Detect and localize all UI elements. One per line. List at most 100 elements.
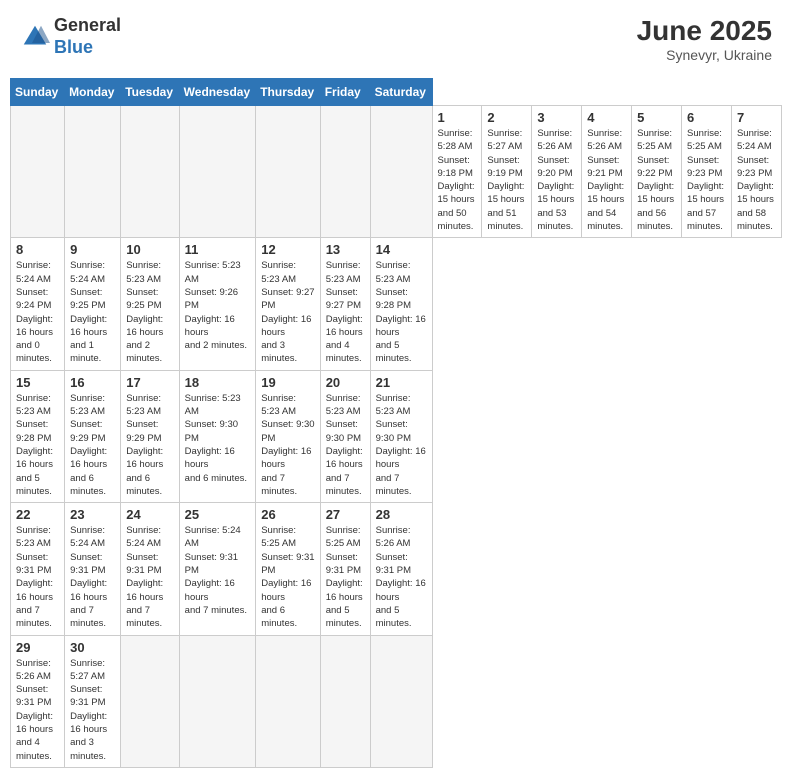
calendar-cell: 13 Sunrise: 5:23 AM Sunset: 9:27 PM Dayli… xyxy=(320,238,370,370)
weekday-wednesday: Wednesday xyxy=(179,79,256,106)
day-info: Sunrise: 5:27 AM Sunset: 9:31 PM Dayligh… xyxy=(70,657,115,763)
day-number: 27 xyxy=(326,507,365,522)
calendar-cell: 17 Sunrise: 5:23 AM Sunset: 9:29 PM Dayli… xyxy=(121,370,179,502)
weekday-monday: Monday xyxy=(65,79,121,106)
calendar-table: SundayMondayTuesdayWednesdayThursdayFrid… xyxy=(10,78,782,768)
calendar-cell: 18Sunrise: 5:23 AM Sunset: 9:30 PM Dayli… xyxy=(179,370,256,502)
day-info: Sunrise: 5:24 AM Sunset: 9:31 PM Dayligh… xyxy=(126,524,173,630)
calendar-cell xyxy=(179,106,256,238)
calendar-cell: 21 Sunrise: 5:23 AM Sunset: 9:30 PM Dayli… xyxy=(370,370,432,502)
day-info: Sunrise: 5:23 AM Sunset: 9:26 PM Dayligh… xyxy=(185,259,251,352)
calendar-cell: 27Sunrise: 5:25 AM Sunset: 9:31 PM Dayli… xyxy=(320,503,370,635)
day-info: Sunrise: 5:24 AM Sunset: 9:23 PM Dayligh… xyxy=(737,127,776,233)
day-info: Sunrise: 5:24 AM Sunset: 9:31 PM Dayligh… xyxy=(70,524,115,630)
calendar-cell xyxy=(256,635,320,767)
calendar-cell: 23 Sunrise: 5:24 AM Sunset: 9:31 PM Dayli… xyxy=(65,503,121,635)
week-row-1: 1 Sunrise: 5:28 AM Sunset: 9:18 PM Daylig… xyxy=(11,106,782,238)
day-number: 21 xyxy=(376,375,427,390)
calendar-cell: 24 Sunrise: 5:24 AM Sunset: 9:31 PM Dayli… xyxy=(121,503,179,635)
calendar-cell: 6Sunrise: 5:25 AM Sunset: 9:23 PM Daylig… xyxy=(682,106,732,238)
calendar-cell: 25 Sunrise: 5:24 AM Sunset: 9:31 PM Dayli… xyxy=(179,503,256,635)
day-info: Sunrise: 5:23 AM Sunset: 9:27 PM Dayligh… xyxy=(326,259,365,365)
day-info: Sunrise: 5:25 AM Sunset: 9:31 PM Dayligh… xyxy=(261,524,314,630)
logo-icon xyxy=(20,22,50,52)
day-number: 22 xyxy=(16,507,59,522)
weekday-thursday: Thursday xyxy=(256,79,320,106)
week-row-2: 8 Sunrise: 5:24 AM Sunset: 9:24 PM Daylig… xyxy=(11,238,782,370)
day-info: Sunrise: 5:23 AM Sunset: 9:30 PM Dayligh… xyxy=(261,392,314,498)
location: Synevyr, Ukraine xyxy=(637,47,772,63)
calendar-cell: 22 Sunrise: 5:23 AM Sunset: 9:31 PM Dayli… xyxy=(11,503,65,635)
week-row-5: 29Sunrise: 5:26 AM Sunset: 9:31 PM Dayli… xyxy=(11,635,782,767)
day-info: Sunrise: 5:23 AM Sunset: 9:31 PM Dayligh… xyxy=(16,524,59,630)
day-number: 29 xyxy=(16,640,59,655)
day-info: Sunrise: 5:24 AM Sunset: 9:24 PM Dayligh… xyxy=(16,259,59,365)
day-info: Sunrise: 5:24 AM Sunset: 9:31 PM Dayligh… xyxy=(185,524,251,617)
weekday-friday: Friday xyxy=(320,79,370,106)
day-number: 1 xyxy=(438,110,477,125)
weekday-tuesday: Tuesday xyxy=(121,79,179,106)
day-number: 7 xyxy=(737,110,776,125)
day-number: 14 xyxy=(376,242,427,257)
day-info: Sunrise: 5:23 AM Sunset: 9:30 PM Dayligh… xyxy=(185,392,251,485)
calendar-cell xyxy=(179,635,256,767)
calendar-cell: 15 Sunrise: 5:23 AM Sunset: 9:28 PM Dayli… xyxy=(11,370,65,502)
day-info: Sunrise: 5:26 AM Sunset: 9:20 PM Dayligh… xyxy=(537,127,576,233)
logo-line1: General xyxy=(54,15,121,35)
day-info: Sunrise: 5:28 AM Sunset: 9:18 PM Dayligh… xyxy=(438,127,477,233)
title-block: June 2025 Synevyr, Ukraine xyxy=(637,15,772,63)
calendar-cell: 10Sunrise: 5:23 AM Sunset: 9:25 PM Dayli… xyxy=(121,238,179,370)
weekday-sunday: Sunday xyxy=(11,79,65,106)
day-number: 15 xyxy=(16,375,59,390)
day-number: 8 xyxy=(16,242,59,257)
page-header: General Blue June 2025 Synevyr, Ukraine xyxy=(10,10,782,68)
day-info: Sunrise: 5:27 AM Sunset: 9:19 PM Dayligh… xyxy=(487,127,526,233)
day-number: 13 xyxy=(326,242,365,257)
day-number: 5 xyxy=(637,110,676,125)
day-info: Sunrise: 5:25 AM Sunset: 9:22 PM Dayligh… xyxy=(637,127,676,233)
day-info: Sunrise: 5:23 AM Sunset: 9:29 PM Dayligh… xyxy=(126,392,173,498)
day-number: 10 xyxy=(126,242,173,257)
calendar-cell xyxy=(370,106,432,238)
calendar-cell: 19 Sunrise: 5:23 AM Sunset: 9:30 PM Dayli… xyxy=(256,370,320,502)
calendar-cell xyxy=(320,106,370,238)
day-number: 12 xyxy=(261,242,314,257)
day-info: Sunrise: 5:23 AM Sunset: 9:30 PM Dayligh… xyxy=(376,392,427,498)
calendar-cell xyxy=(121,106,179,238)
day-info: Sunrise: 5:25 AM Sunset: 9:23 PM Dayligh… xyxy=(687,127,726,233)
day-number: 16 xyxy=(70,375,115,390)
logo-line2: Blue xyxy=(54,37,93,57)
day-info: Sunrise: 5:26 AM Sunset: 9:21 PM Dayligh… xyxy=(587,127,626,233)
calendar-cell: 14Sunrise: 5:23 AM Sunset: 9:28 PM Dayli… xyxy=(370,238,432,370)
day-number: 25 xyxy=(185,507,251,522)
logo-text: General Blue xyxy=(54,15,121,58)
calendar-cell xyxy=(11,106,65,238)
day-number: 20 xyxy=(326,375,365,390)
calendar-cell xyxy=(121,635,179,767)
calendar-cell: 12 Sunrise: 5:23 AM Sunset: 9:27 PM Dayli… xyxy=(256,238,320,370)
calendar-cell: 1 Sunrise: 5:28 AM Sunset: 9:18 PM Daylig… xyxy=(432,106,482,238)
calendar-cell: 9Sunrise: 5:24 AM Sunset: 9:25 PM Daylig… xyxy=(65,238,121,370)
day-number: 4 xyxy=(587,110,626,125)
day-number: 30 xyxy=(70,640,115,655)
calendar-cell: 5 Sunrise: 5:25 AM Sunset: 9:22 PM Daylig… xyxy=(632,106,682,238)
calendar-cell: 26Sunrise: 5:25 AM Sunset: 9:31 PM Dayli… xyxy=(256,503,320,635)
calendar-cell: 3Sunrise: 5:26 AM Sunset: 9:20 PM Daylig… xyxy=(532,106,582,238)
day-info: Sunrise: 5:24 AM Sunset: 9:25 PM Dayligh… xyxy=(70,259,115,365)
day-info: Sunrise: 5:23 AM Sunset: 9:28 PM Dayligh… xyxy=(16,392,59,498)
calendar-cell: 11 Sunrise: 5:23 AM Sunset: 9:26 PM Dayli… xyxy=(179,238,256,370)
day-number: 11 xyxy=(185,242,251,257)
day-number: 28 xyxy=(376,507,427,522)
calendar-cell: 4 Sunrise: 5:26 AM Sunset: 9:21 PM Daylig… xyxy=(582,106,632,238)
weekday-header-row: SundayMondayTuesdayWednesdayThursdayFrid… xyxy=(11,79,782,106)
calendar-cell xyxy=(370,635,432,767)
day-number: 19 xyxy=(261,375,314,390)
day-number: 17 xyxy=(126,375,173,390)
calendar-cell: 16Sunrise: 5:23 AM Sunset: 9:29 PM Dayli… xyxy=(65,370,121,502)
day-number: 23 xyxy=(70,507,115,522)
day-info: Sunrise: 5:23 AM Sunset: 9:27 PM Dayligh… xyxy=(261,259,314,365)
day-number: 2 xyxy=(487,110,526,125)
calendar-cell: 28Sunrise: 5:26 AM Sunset: 9:31 PM Dayli… xyxy=(370,503,432,635)
day-number: 24 xyxy=(126,507,173,522)
day-info: Sunrise: 5:23 AM Sunset: 9:30 PM Dayligh… xyxy=(326,392,365,498)
